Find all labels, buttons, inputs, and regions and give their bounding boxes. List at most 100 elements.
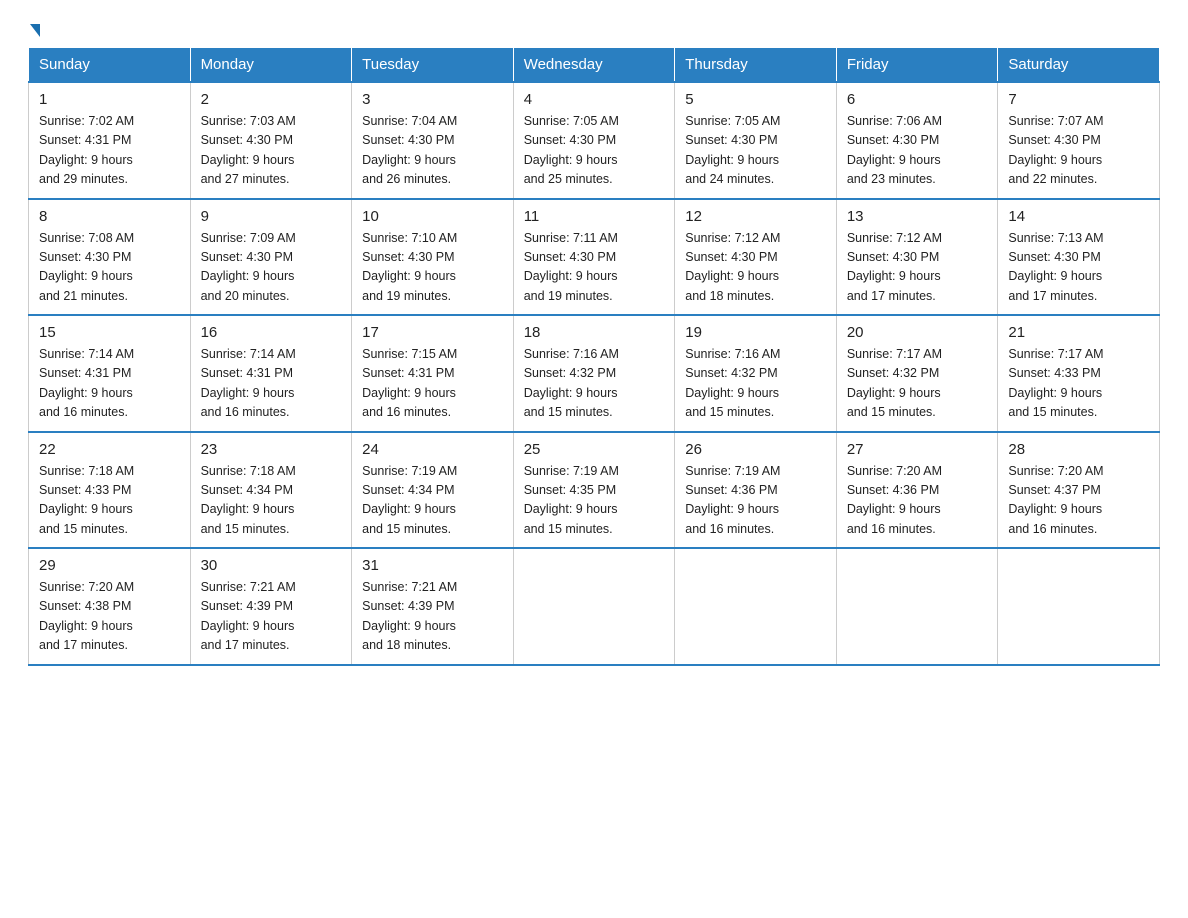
- calendar-cell: [836, 548, 998, 665]
- day-number: 16: [201, 324, 342, 341]
- calendar-cell: 19 Sunrise: 7:16 AMSunset: 4:32 PMDaylig…: [675, 315, 837, 432]
- calendar-cell: 22 Sunrise: 7:18 AMSunset: 4:33 PMDaylig…: [29, 432, 191, 549]
- day-info: Sunrise: 7:04 AMSunset: 4:30 PMDaylight:…: [362, 112, 503, 190]
- day-number: 30: [201, 557, 342, 574]
- day-number: 29: [39, 557, 180, 574]
- day-info: Sunrise: 7:13 AMSunset: 4:30 PMDaylight:…: [1008, 229, 1149, 307]
- calendar-header-saturday: Saturday: [998, 48, 1160, 83]
- calendar-header-thursday: Thursday: [675, 48, 837, 83]
- calendar-week-row: 29 Sunrise: 7:20 AMSunset: 4:38 PMDaylig…: [29, 548, 1160, 665]
- calendar-cell: 23 Sunrise: 7:18 AMSunset: 4:34 PMDaylig…: [190, 432, 352, 549]
- calendar-week-row: 8 Sunrise: 7:08 AMSunset: 4:30 PMDayligh…: [29, 199, 1160, 316]
- calendar-cell: 15 Sunrise: 7:14 AMSunset: 4:31 PMDaylig…: [29, 315, 191, 432]
- day-number: 31: [362, 557, 503, 574]
- calendar-header-sunday: Sunday: [29, 48, 191, 83]
- day-number: 26: [685, 441, 826, 458]
- calendar-cell: 28 Sunrise: 7:20 AMSunset: 4:37 PMDaylig…: [998, 432, 1160, 549]
- calendar-cell: 7 Sunrise: 7:07 AMSunset: 4:30 PMDayligh…: [998, 82, 1160, 199]
- day-number: 7: [1008, 91, 1149, 108]
- calendar-cell: 29 Sunrise: 7:20 AMSunset: 4:38 PMDaylig…: [29, 548, 191, 665]
- day-info: Sunrise: 7:05 AMSunset: 4:30 PMDaylight:…: [524, 112, 665, 190]
- day-number: 15: [39, 324, 180, 341]
- day-number: 12: [685, 208, 826, 225]
- day-number: 25: [524, 441, 665, 458]
- day-number: 4: [524, 91, 665, 108]
- calendar-week-row: 22 Sunrise: 7:18 AMSunset: 4:33 PMDaylig…: [29, 432, 1160, 549]
- calendar-cell: 8 Sunrise: 7:08 AMSunset: 4:30 PMDayligh…: [29, 199, 191, 316]
- day-number: 11: [524, 208, 665, 225]
- calendar-cell: 16 Sunrise: 7:14 AMSunset: 4:31 PMDaylig…: [190, 315, 352, 432]
- day-info: Sunrise: 7:18 AMSunset: 4:34 PMDaylight:…: [201, 462, 342, 540]
- calendar-header-tuesday: Tuesday: [352, 48, 514, 83]
- day-info: Sunrise: 7:02 AMSunset: 4:31 PMDaylight:…: [39, 112, 180, 190]
- calendar-cell: [513, 548, 675, 665]
- day-info: Sunrise: 7:17 AMSunset: 4:33 PMDaylight:…: [1008, 345, 1149, 423]
- day-info: Sunrise: 7:08 AMSunset: 4:30 PMDaylight:…: [39, 229, 180, 307]
- day-number: 20: [847, 324, 988, 341]
- day-info: Sunrise: 7:15 AMSunset: 4:31 PMDaylight:…: [362, 345, 503, 423]
- day-info: Sunrise: 7:14 AMSunset: 4:31 PMDaylight:…: [201, 345, 342, 423]
- day-info: Sunrise: 7:07 AMSunset: 4:30 PMDaylight:…: [1008, 112, 1149, 190]
- day-number: 23: [201, 441, 342, 458]
- day-info: Sunrise: 7:12 AMSunset: 4:30 PMDaylight:…: [685, 229, 826, 307]
- calendar-cell: 30 Sunrise: 7:21 AMSunset: 4:39 PMDaylig…: [190, 548, 352, 665]
- calendar-cell: 27 Sunrise: 7:20 AMSunset: 4:36 PMDaylig…: [836, 432, 998, 549]
- day-number: 5: [685, 91, 826, 108]
- day-number: 1: [39, 91, 180, 108]
- day-number: 6: [847, 91, 988, 108]
- logo: [28, 24, 40, 37]
- day-number: 22: [39, 441, 180, 458]
- day-info: Sunrise: 7:20 AMSunset: 4:36 PMDaylight:…: [847, 462, 988, 540]
- day-info: Sunrise: 7:21 AMSunset: 4:39 PMDaylight:…: [201, 578, 342, 656]
- calendar-cell: 2 Sunrise: 7:03 AMSunset: 4:30 PMDayligh…: [190, 82, 352, 199]
- day-info: Sunrise: 7:21 AMSunset: 4:39 PMDaylight:…: [362, 578, 503, 656]
- day-info: Sunrise: 7:18 AMSunset: 4:33 PMDaylight:…: [39, 462, 180, 540]
- day-number: 24: [362, 441, 503, 458]
- calendar-cell: 13 Sunrise: 7:12 AMSunset: 4:30 PMDaylig…: [836, 199, 998, 316]
- calendar-cell: [675, 548, 837, 665]
- day-number: 28: [1008, 441, 1149, 458]
- day-info: Sunrise: 7:10 AMSunset: 4:30 PMDaylight:…: [362, 229, 503, 307]
- day-number: 14: [1008, 208, 1149, 225]
- day-info: Sunrise: 7:11 AMSunset: 4:30 PMDaylight:…: [524, 229, 665, 307]
- day-info: Sunrise: 7:19 AMSunset: 4:36 PMDaylight:…: [685, 462, 826, 540]
- calendar-cell: 11 Sunrise: 7:11 AMSunset: 4:30 PMDaylig…: [513, 199, 675, 316]
- calendar-cell: 20 Sunrise: 7:17 AMSunset: 4:32 PMDaylig…: [836, 315, 998, 432]
- calendar-cell: 18 Sunrise: 7:16 AMSunset: 4:32 PMDaylig…: [513, 315, 675, 432]
- day-info: Sunrise: 7:16 AMSunset: 4:32 PMDaylight:…: [685, 345, 826, 423]
- day-number: 10: [362, 208, 503, 225]
- day-number: 3: [362, 91, 503, 108]
- day-number: 2: [201, 91, 342, 108]
- day-info: Sunrise: 7:17 AMSunset: 4:32 PMDaylight:…: [847, 345, 988, 423]
- calendar-cell: 10 Sunrise: 7:10 AMSunset: 4:30 PMDaylig…: [352, 199, 514, 316]
- calendar-cell: 1 Sunrise: 7:02 AMSunset: 4:31 PMDayligh…: [29, 82, 191, 199]
- calendar-cell: [998, 548, 1160, 665]
- calendar-week-row: 1 Sunrise: 7:02 AMSunset: 4:31 PMDayligh…: [29, 82, 1160, 199]
- day-info: Sunrise: 7:09 AMSunset: 4:30 PMDaylight:…: [201, 229, 342, 307]
- calendar-header-friday: Friday: [836, 48, 998, 83]
- day-info: Sunrise: 7:19 AMSunset: 4:35 PMDaylight:…: [524, 462, 665, 540]
- calendar-cell: 9 Sunrise: 7:09 AMSunset: 4:30 PMDayligh…: [190, 199, 352, 316]
- day-number: 9: [201, 208, 342, 225]
- day-number: 17: [362, 324, 503, 341]
- day-info: Sunrise: 7:05 AMSunset: 4:30 PMDaylight:…: [685, 112, 826, 190]
- page-header: [28, 24, 1160, 37]
- calendar-header-wednesday: Wednesday: [513, 48, 675, 83]
- calendar-week-row: 15 Sunrise: 7:14 AMSunset: 4:31 PMDaylig…: [29, 315, 1160, 432]
- day-info: Sunrise: 7:20 AMSunset: 4:38 PMDaylight:…: [39, 578, 180, 656]
- calendar-cell: 5 Sunrise: 7:05 AMSunset: 4:30 PMDayligh…: [675, 82, 837, 199]
- day-info: Sunrise: 7:12 AMSunset: 4:30 PMDaylight:…: [847, 229, 988, 307]
- day-number: 13: [847, 208, 988, 225]
- day-info: Sunrise: 7:14 AMSunset: 4:31 PMDaylight:…: [39, 345, 180, 423]
- calendar-cell: 24 Sunrise: 7:19 AMSunset: 4:34 PMDaylig…: [352, 432, 514, 549]
- day-number: 21: [1008, 324, 1149, 341]
- calendar-cell: 14 Sunrise: 7:13 AMSunset: 4:30 PMDaylig…: [998, 199, 1160, 316]
- calendar-cell: 3 Sunrise: 7:04 AMSunset: 4:30 PMDayligh…: [352, 82, 514, 199]
- calendar-cell: 26 Sunrise: 7:19 AMSunset: 4:36 PMDaylig…: [675, 432, 837, 549]
- day-info: Sunrise: 7:06 AMSunset: 4:30 PMDaylight:…: [847, 112, 988, 190]
- calendar-cell: 12 Sunrise: 7:12 AMSunset: 4:30 PMDaylig…: [675, 199, 837, 316]
- calendar-cell: 31 Sunrise: 7:21 AMSunset: 4:39 PMDaylig…: [352, 548, 514, 665]
- calendar-header-row: SundayMondayTuesdayWednesdayThursdayFrid…: [29, 48, 1160, 83]
- logo-arrow-icon: [30, 24, 40, 37]
- day-info: Sunrise: 7:20 AMSunset: 4:37 PMDaylight:…: [1008, 462, 1149, 540]
